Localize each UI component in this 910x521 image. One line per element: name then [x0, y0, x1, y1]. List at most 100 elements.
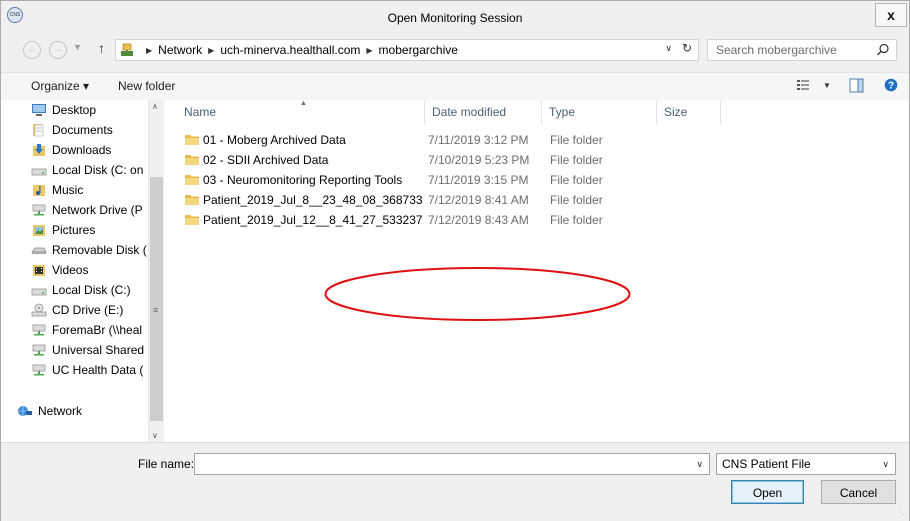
sidebar-item-label: Pictures: [52, 223, 96, 237]
navigation-scrollbar[interactable]: ∧ ≡ ∨: [148, 100, 164, 442]
videos-icon: [33, 265, 45, 276]
change-view-icon[interactable]: [796, 78, 810, 92]
sort-ascending-icon: ▲: [300, 100, 307, 107]
close-icon: x: [887, 7, 895, 23]
open-button[interactable]: Open: [731, 480, 804, 504]
sidebar-item-downloads[interactable]: Downloads: [31, 141, 148, 159]
folder-icon: [185, 155, 199, 165]
sidebar-item-label: Videos: [52, 263, 89, 277]
up-button[interactable]: ↑: [98, 40, 105, 56]
table-row[interactable]: 03 - Neuromonitoring Reporting Tools 7/1…: [184, 170, 624, 190]
sidebar-item-documents[interactable]: Documents: [31, 121, 148, 139]
sidebar-item-universal-shared[interactable]: Universal Shared: [31, 341, 148, 359]
refresh-icon[interactable]: ↻: [682, 41, 692, 55]
cancel-button[interactable]: Cancel: [821, 480, 896, 504]
file-type: File folder: [550, 153, 603, 167]
sidebar-item-foremabr[interactable]: ForemaBr (\\heal: [31, 321, 148, 339]
folder-icon: [185, 215, 199, 225]
scrollbar-grip-icon: ≡: [153, 305, 159, 315]
navigation-bar: ← → ▼ ↑ ▶ Network ▶ uch-minerva.healthal…: [1, 35, 909, 65]
forward-button[interactable]: →: [49, 41, 67, 59]
file-type-select[interactable]: CNS Patient File ∨: [716, 453, 896, 475]
file-list: ▲ Name Date modified Type Size 01 - Mobe…: [164, 100, 909, 442]
column-divider[interactable]: [541, 100, 542, 124]
file-date: 7/11/2019 3:15 PM: [428, 173, 529, 187]
address-dropdown-icon[interactable]: ∨: [665, 43, 672, 54]
file-date: 7/10/2019 5:23 PM: [428, 153, 530, 167]
search-input[interactable]: [708, 40, 876, 60]
desktop-icon: [32, 104, 46, 116]
column-divider[interactable]: [720, 100, 721, 124]
removable-disk-icon: [31, 247, 47, 254]
column-header-size[interactable]: Size: [664, 105, 687, 119]
scroll-up-icon[interactable]: ∧: [152, 102, 158, 111]
file-type-value: CNS Patient File: [722, 457, 811, 471]
open-dialog: CNS Open Monitoring Session x ← → ▼ ↑ ▶ …: [0, 0, 910, 521]
search-box: [707, 39, 897, 61]
new-folder-button[interactable]: New folder: [118, 79, 175, 93]
chevron-down-icon: ∨: [882, 459, 889, 469]
view-options-chevron-icon[interactable]: ▼: [823, 81, 831, 90]
scrollbar-thumb[interactable]: [150, 177, 163, 421]
column-divider[interactable]: [656, 100, 657, 124]
sidebar-item-label: Removable Disk (: [52, 243, 147, 257]
downloads-icon: [33, 144, 45, 156]
file-name: 03 - Neuromonitoring Reporting Tools: [203, 173, 403, 187]
up-arrow-icon: ↑: [98, 40, 105, 56]
sidebar-item-label: Local Disk (C: on: [52, 163, 144, 177]
column-header-date-modified[interactable]: Date modified: [432, 105, 506, 119]
sidebar-item-local-disk-c-remote[interactable]: Local Disk (C: on: [31, 161, 148, 179]
back-button[interactable]: ←: [23, 41, 41, 59]
file-name-input[interactable]: [195, 454, 693, 474]
table-row[interactable]: 01 - Moberg Archived Data 7/11/2019 3:12…: [184, 130, 624, 150]
recent-locations-button[interactable]: ▼: [73, 42, 82, 52]
sidebar-item-label: Local Disk (C:): [52, 283, 131, 297]
sidebar-item-network[interactable]: Network: [17, 402, 148, 420]
title-bar: CNS Open Monitoring Session x: [1, 1, 909, 35]
column-divider[interactable]: [424, 100, 425, 124]
file-name: 02 - SDII Archived Data: [203, 153, 329, 167]
file-type: File folder: [550, 133, 603, 147]
network-icon: [18, 406, 32, 416]
dialog-footer: File name: ∨ CNS Patient File ∨ Open Can…: [1, 442, 909, 521]
search-icon[interactable]: [876, 43, 890, 57]
sidebar-item-uc-health-data[interactable]: UC Health Data (: [31, 361, 148, 379]
sidebar-item-local-disk-c[interactable]: Local Disk (C:): [31, 281, 148, 299]
column-header-name[interactable]: Name: [184, 105, 216, 119]
file-date: 7/12/2019 8:41 AM: [428, 193, 529, 207]
network-drive-icon: [32, 324, 46, 336]
window-title: Open Monitoring Session: [387, 11, 523, 25]
file-name: 01 - Moberg Archived Data: [203, 133, 346, 147]
sidebar-item-desktop[interactable]: Desktop: [31, 101, 148, 119]
preview-pane-icon[interactable]: [849, 78, 864, 93]
documents-icon: [33, 124, 44, 137]
breadcrumb-item-server[interactable]: uch-minerva.healthall.com: [220, 43, 360, 57]
address-bar[interactable]: ▶ Network ▶ uch-minerva.healthall.com ▶ …: [115, 39, 699, 61]
sidebar-item-network-drive-p[interactable]: Network Drive (P: [31, 201, 148, 219]
network-drive-icon: [32, 344, 46, 356]
sidebar-item-music[interactable]: Music: [31, 181, 148, 199]
table-row[interactable]: Patient_2019_Jul_8__23_48_08_368733 7/12…: [184, 190, 624, 210]
resize-grip-icon[interactable]: ⋱: [899, 510, 907, 519]
sidebar-item-cd-drive[interactable]: CD Drive (E:): [31, 301, 148, 319]
close-button[interactable]: x: [875, 3, 907, 27]
table-row[interactable]: Patient_2019_Jul_12__8_41_27_533237 7/12…: [184, 210, 624, 230]
sidebar-item-label: Documents: [52, 123, 113, 137]
sidebar-item-pictures[interactable]: Pictures: [31, 221, 148, 239]
scroll-down-icon[interactable]: ∨: [152, 431, 158, 440]
breadcrumb-separator-icon: ▶: [146, 45, 153, 55]
chevron-down-icon: ▼: [73, 42, 82, 52]
file-name-dropdown-icon[interactable]: ∨: [696, 459, 703, 470]
forward-arrow-icon: →: [53, 44, 63, 55]
sidebar-item-videos[interactable]: Videos: [31, 261, 148, 279]
breadcrumb-item-network[interactable]: Network: [158, 43, 202, 57]
column-header-type[interactable]: Type: [549, 105, 575, 119]
table-row[interactable]: 02 - SDII Archived Data 7/10/2019 5:23 P…: [184, 150, 624, 170]
file-type: File folder: [550, 213, 603, 227]
help-icon[interactable]: ?: [884, 78, 898, 92]
back-arrow-icon: ←: [27, 44, 37, 55]
organize-button[interactable]: Organize ▾: [31, 79, 89, 93]
breadcrumb-item-folder[interactable]: mobergarchive: [379, 43, 458, 57]
sidebar-item-removable-disk[interactable]: Removable Disk (: [31, 241, 148, 259]
breadcrumb-separator-icon: ▶: [208, 45, 215, 55]
